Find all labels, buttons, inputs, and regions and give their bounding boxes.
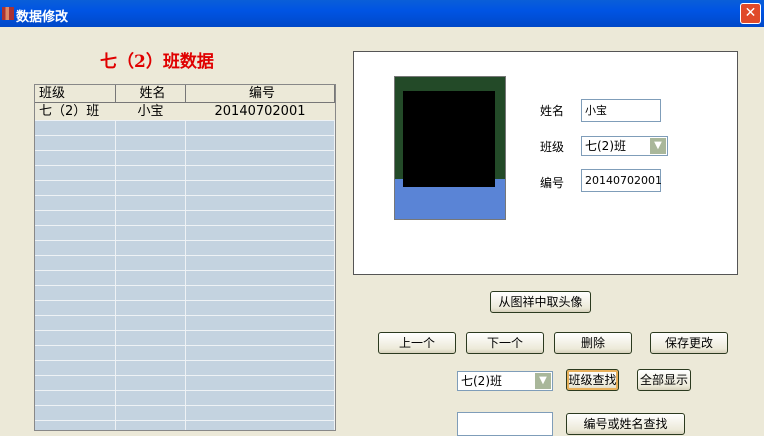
student-table[interactable]: 班级 姓名 编号 七（2）班 小宝 20140702001 <box>34 84 336 431</box>
empty-table-row[interactable] <box>35 346 335 361</box>
show-all-button[interactable]: 全部显示 <box>637 369 691 391</box>
prev-button[interactable]: 上一个 <box>378 332 456 354</box>
empty-table-row[interactable] <box>35 256 335 271</box>
app-icon <box>2 7 14 20</box>
empty-table-row[interactable] <box>35 331 335 346</box>
close-button[interactable]: ✕ <box>740 3 761 24</box>
empty-table-row[interactable] <box>35 151 335 166</box>
name-label: 姓名 <box>540 104 565 118</box>
class-search-select[interactable]: 七(2)班 ▼ <box>457 371 553 391</box>
keyword-input[interactable] <box>457 412 553 436</box>
table-row[interactable]: 七（2）班 小宝 20140702001 <box>35 103 335 121</box>
cell-class: 七（2）班 <box>35 103 116 120</box>
empty-table-row[interactable] <box>35 166 335 181</box>
next-button[interactable]: 下一个 <box>466 332 544 354</box>
empty-table-row[interactable] <box>35 316 335 331</box>
empty-table-row[interactable] <box>35 376 335 391</box>
class-select[interactable]: 七(2)班 ▼ <box>581 136 668 156</box>
empty-table-row[interactable] <box>35 391 335 406</box>
chevron-down-icon[interactable]: ▼ <box>535 373 551 389</box>
detail-panel: 姓名 小宝 班级 七(2)班 ▼ 编号 20140702001 <box>353 51 738 275</box>
id-input[interactable]: 20140702001 <box>581 169 662 192</box>
empty-table-row[interactable] <box>35 406 335 421</box>
empty-table-row[interactable] <box>35 196 335 211</box>
empty-table-row[interactable] <box>35 361 335 376</box>
save-button[interactable]: 保存更改 <box>650 332 728 354</box>
empty-table-row[interactable] <box>35 121 335 136</box>
cell-name: 小宝 <box>116 103 186 120</box>
chevron-down-icon[interactable]: ▼ <box>650 138 666 154</box>
empty-table-row[interactable] <box>35 181 335 196</box>
class-label: 班级 <box>540 140 565 154</box>
id-label: 编号 <box>540 176 565 190</box>
empty-table-row[interactable] <box>35 241 335 256</box>
class-select-value: 七(2)班 <box>585 139 626 153</box>
id-name-search-button[interactable]: 编号或姓名查找 <box>566 413 685 435</box>
table-header: 班级 姓名 编号 <box>35 85 335 103</box>
empty-table-row[interactable] <box>35 286 335 301</box>
column-header-name[interactable]: 姓名 <box>116 85 186 102</box>
column-header-id[interactable]: 编号 <box>186 85 335 102</box>
empty-table-row[interactable] <box>35 421 335 430</box>
empty-table-row[interactable] <box>35 136 335 151</box>
student-photo <box>394 76 506 220</box>
empty-table-row[interactable] <box>35 226 335 241</box>
empty-table-row[interactable] <box>35 271 335 286</box>
class-search-value: 七(2)班 <box>461 374 502 388</box>
photo-button[interactable]: 从图祥中取头像 <box>490 291 591 313</box>
title-bar: 数据修改 ✕ <box>0 0 764 27</box>
empty-table-row[interactable] <box>35 301 335 316</box>
delete-button[interactable]: 删除 <box>554 332 632 354</box>
window-title: 数据修改 <box>16 10 69 25</box>
cell-id: 20140702001 <box>186 103 335 120</box>
class-search-button[interactable]: 班级查找 <box>566 369 619 391</box>
page-title: 七（2）班数据 <box>100 52 214 72</box>
empty-table-row[interactable] <box>35 211 335 226</box>
column-header-class[interactable]: 班级 <box>35 85 116 102</box>
name-input[interactable]: 小宝 <box>581 99 661 122</box>
